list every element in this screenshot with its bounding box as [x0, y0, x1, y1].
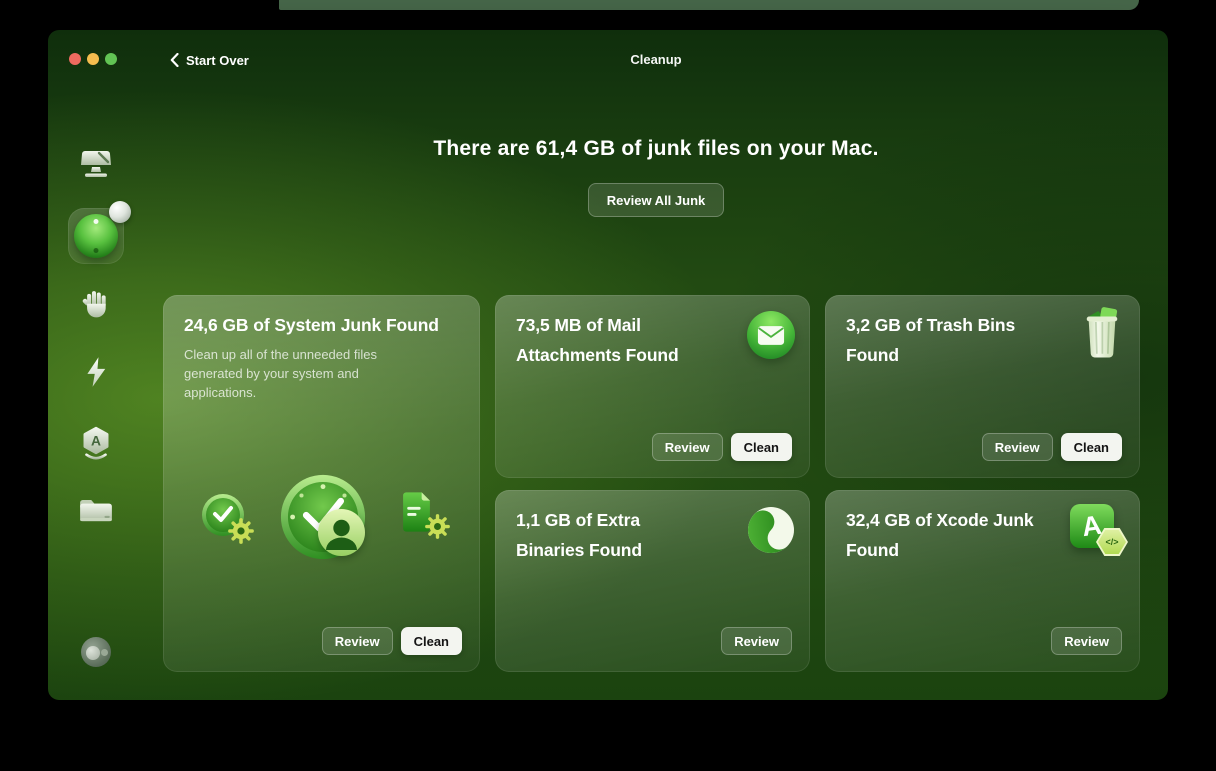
desktop: Start Over Cleanup A There are 61,4 GB o… [0, 0, 1216, 771]
card-description: Clean up all of the unneeded files gener… [184, 347, 377, 400]
notification-badge [109, 201, 131, 223]
review-all-junk-button[interactable]: Review All Junk [587, 183, 725, 217]
review-button[interactable]: Review [651, 433, 723, 461]
review-button[interactable]: Review [981, 433, 1053, 461]
app-window: Start Over Cleanup A There are 61,4 GB o… [48, 30, 1168, 700]
sidebar-item-applications[interactable]: A [80, 426, 112, 460]
card-trash-bins: 3,2 GB of Trash Bins Found Review Clean [825, 295, 1140, 478]
lightning-icon [83, 356, 109, 388]
junk-summary-headline: There are 61,4 GB of junk files on your … [433, 137, 879, 160]
document-gear-icon [400, 491, 462, 549]
cleanup-cards-grid: 24,6 GB of System Junk Found Clean up al… [163, 295, 1140, 672]
sidebar-item-my-clutter[interactable] [78, 496, 114, 524]
sidebar-item-cleanup[interactable] [68, 201, 131, 264]
review-button[interactable]: Review [721, 627, 792, 655]
mail-icon [747, 311, 795, 359]
review-button[interactable]: Review [321, 627, 393, 655]
sidebar-item-performance[interactable] [83, 356, 109, 388]
hand-icon [80, 288, 112, 322]
sidebar-item-smart-care[interactable] [78, 148, 114, 180]
clean-button[interactable]: Clean [1060, 433, 1122, 461]
card-title: 24,6 GB of System Junk Found [184, 315, 439, 335]
clock-check-user-icon [280, 474, 400, 584]
clean-button[interactable]: Clean [730, 433, 792, 461]
sidebar: A [48, 30, 144, 700]
review-button[interactable]: Review [1051, 627, 1122, 655]
clock-gear-icon [201, 493, 267, 553]
svg-text:A: A [91, 433, 101, 449]
sidebar-item-assistant[interactable] [81, 637, 111, 667]
page-title: Cleanup [630, 52, 682, 67]
card-mail-attachments: 73,5 MB of Mail Attachments Found Review… [495, 295, 810, 478]
xcode-icon: A </> [1070, 504, 1128, 556]
clean-button[interactable]: Clean [400, 627, 462, 655]
user-avatar-icon [318, 509, 365, 556]
card-xcode-junk: 32,4 GB of Xcode Junk Found A </> Review [825, 490, 1140, 672]
card-title: 3,2 GB of Trash Bins Found [846, 315, 1016, 365]
cleanup-sphere-icon [74, 214, 118, 258]
sidebar-item-protection[interactable] [80, 288, 112, 322]
apps-hexagon-icon: A [80, 426, 112, 460]
card-system-junk: 24,6 GB of System Junk Found Clean up al… [163, 295, 480, 672]
trash-icon [1080, 306, 1124, 365]
binaries-icon [747, 506, 795, 554]
display-icon [78, 148, 114, 180]
folder-icon [78, 496, 114, 524]
card-extra-binaries: 1,1 GB of Extra Binaries Found Review [495, 490, 810, 672]
assistant-icon [81, 637, 111, 667]
background-window-edge [279, 0, 1139, 10]
